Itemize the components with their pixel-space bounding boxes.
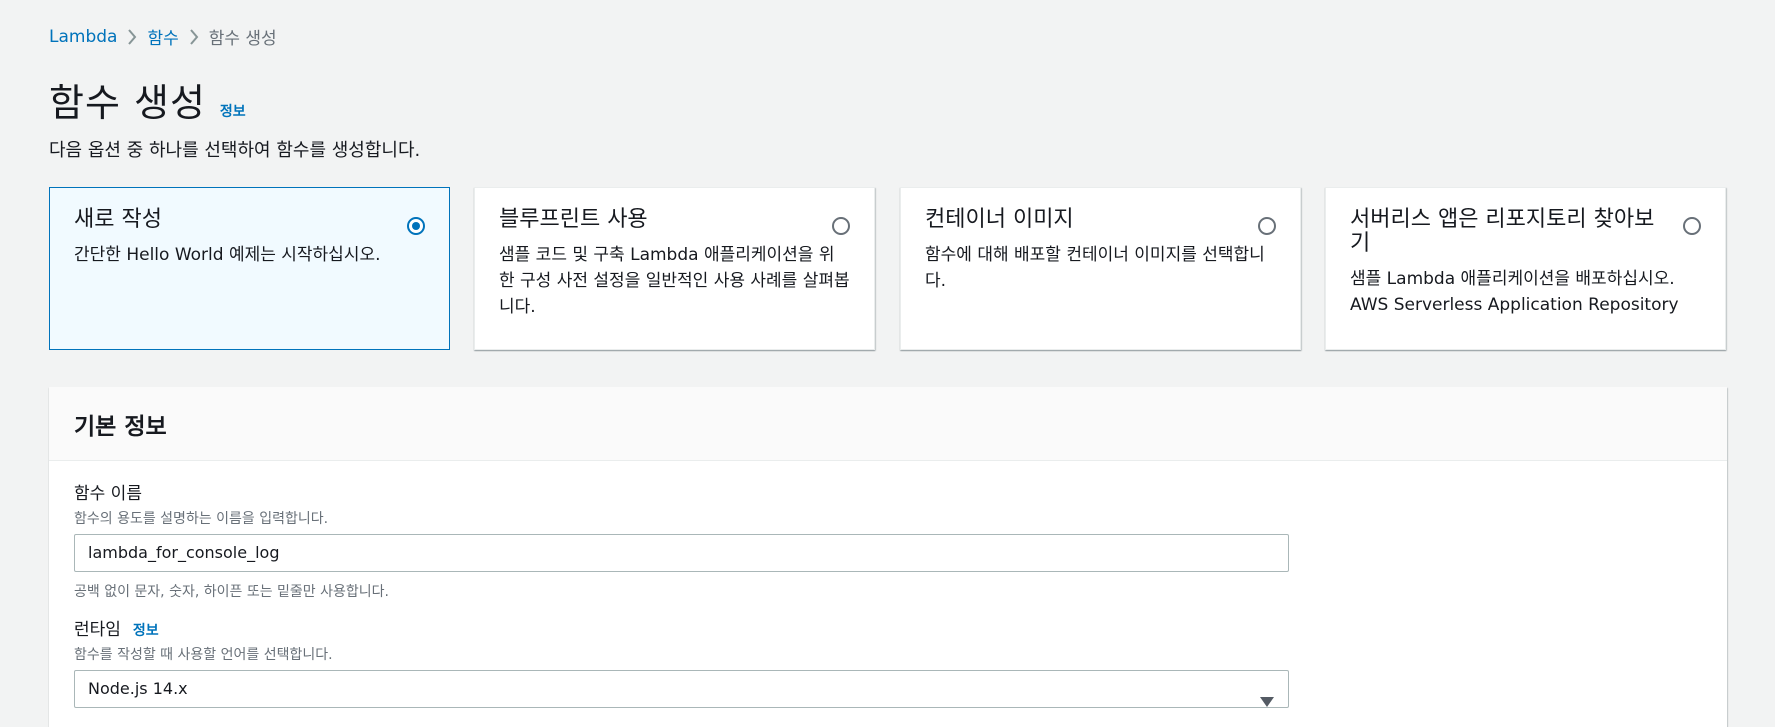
option-use-blueprint[interactable]: 블루프린트 사용 샘플 코드 및 구축 Lambda 애플리케이션을 위한 구성…: [474, 187, 875, 350]
option-description: 샘플 Lambda 애플리케이션을 배포하십시오. AWS Serverless…: [1350, 269, 1679, 315]
radio-button-selected[interactable]: [407, 217, 425, 235]
breadcrumb-functions[interactable]: 함수: [147, 24, 178, 49]
runtime-description: 함수를 작성할 때 사용할 언어를 선택합니다.: [74, 647, 333, 663]
option-description: 간단한 Hello World 예제는 시작하십시오.: [74, 245, 381, 265]
option-browse-serverless-repo[interactable]: 서버리스 앱은 리포지토리 찾아보기 샘플 Lambda 애플리케이션을 배포하…: [1325, 187, 1726, 350]
function-name-constraint: 공백 없이 문자, 숫자, 하이픈 또는 밑줄만 사용합니다.: [74, 584, 389, 600]
page-description: 다음 옵션 중 하나를 선택하여 함수를 생성합니다.: [49, 140, 421, 161]
runtime-select[interactable]: Node.js 14.x: [74, 670, 1289, 708]
breadcrumb: Lambda 함수 함수 생성: [49, 24, 277, 50]
function-name-field: 함수 이름 함수의 용도를 설명하는 이름을 입력합니다. lambda_for…: [74, 479, 1289, 601]
radio-button[interactable]: [832, 217, 850, 235]
option-title: 서버리스 앱은 리포지토리 찾아보기: [1350, 207, 1655, 256]
runtime-label-row: 런타임 정보: [74, 615, 1289, 640]
function-name-input[interactable]: lambda_for_console_log: [74, 534, 1289, 572]
panel-title: 기본 정보: [49, 387, 1727, 461]
radio-button[interactable]: [1683, 217, 1701, 235]
chevron-right-icon: [179, 28, 209, 45]
page-header: 함수 생성 정보: [49, 72, 246, 127]
chevron-right-icon: [117, 28, 147, 45]
page-title: 함수 생성: [49, 81, 206, 125]
breadcrumb-lambda[interactable]: Lambda: [49, 27, 117, 47]
option-author-from-scratch[interactable]: 새로 작성 간단한 Hello World 예제는 시작하십시오.: [49, 187, 450, 350]
option-title: 컨테이너 이미지: [925, 207, 1074, 232]
option-container-image[interactable]: 컨테이너 이미지 함수에 대해 배포할 컨테이너 이미지를 선택합니다.: [900, 187, 1301, 350]
runtime-info-link[interactable]: 정보: [133, 620, 159, 640]
option-description: 함수에 대해 배포할 컨테이너 이미지를 선택합니다.: [925, 245, 1265, 291]
runtime-selected-value: Node.js 14.x: [88, 679, 188, 698]
caret-down-icon: [1260, 684, 1274, 720]
info-link[interactable]: 정보: [220, 101, 246, 121]
radio-button[interactable]: [1258, 217, 1276, 235]
option-title: 새로 작성: [74, 207, 162, 232]
function-name-label: 함수 이름: [74, 484, 142, 504]
runtime-label: 런타임: [74, 620, 121, 640]
function-name-description: 함수의 용도를 설명하는 이름을 입력합니다.: [74, 511, 329, 527]
create-option-tiles: 새로 작성 간단한 Hello World 예제는 시작하십시오. 블루프린트 …: [49, 187, 1727, 350]
runtime-field: 런타임 정보 함수를 작성할 때 사용할 언어를 선택합니다. Node.js …: [74, 615, 1289, 708]
breadcrumb-create-function: 함수 생성: [208, 29, 277, 49]
option-title: 블루프린트 사용: [499, 207, 648, 232]
option-description: 샘플 코드 및 구축 Lambda 애플리케이션을 위한 구성 사전 설정을 일…: [499, 245, 850, 317]
basic-info-panel: 기본 정보 함수 이름 함수의 용도를 설명하는 이름을 입력합니다. lamb…: [49, 387, 1727, 727]
